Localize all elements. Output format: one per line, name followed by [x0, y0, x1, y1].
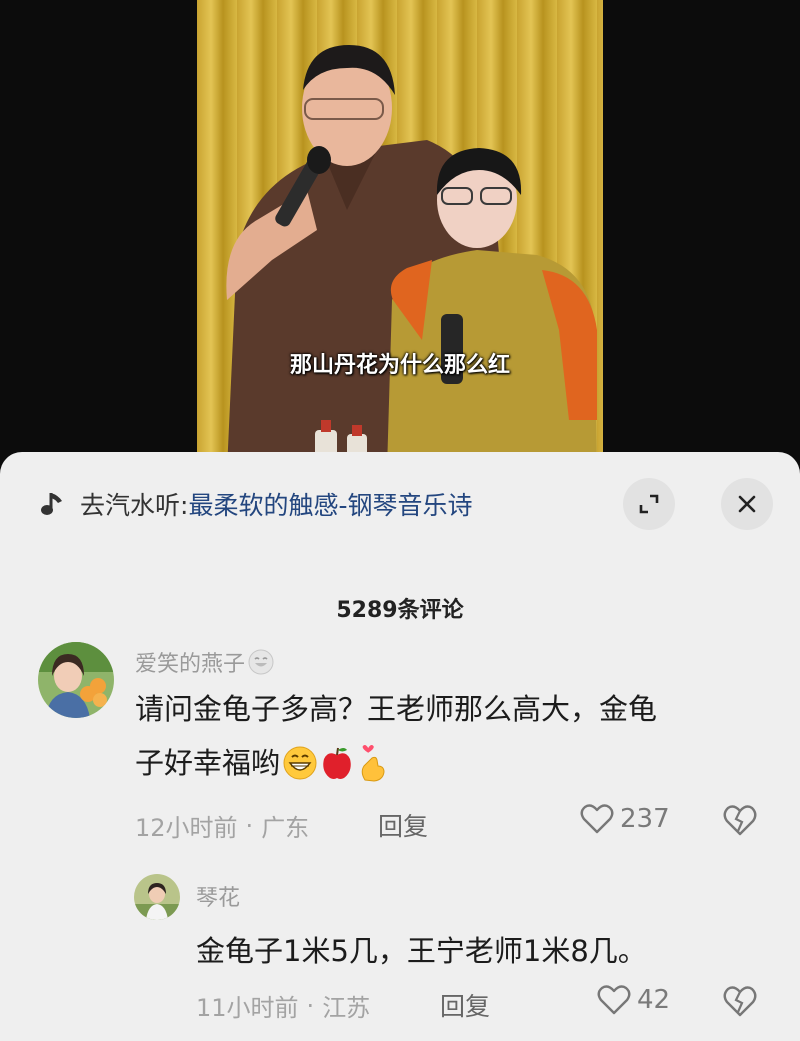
broken-heart-icon: [723, 986, 757, 1017]
heart-icon: [580, 804, 614, 834]
comment-time: 11小时前: [196, 994, 299, 1022]
music-prefix: 去汽水听:: [80, 491, 189, 520]
music-link[interactable]: 去汽水听: 最柔软的触感-钢琴音乐诗: [40, 482, 472, 526]
grin-face-emoji-icon: [283, 746, 317, 780]
comment-meta: 11小时前 · 江苏: [196, 988, 370, 1023]
video-scene-image: [226, 45, 597, 470]
grin-face-icon: [248, 649, 274, 675]
like-count: 237: [620, 804, 670, 834]
avatar[interactable]: [38, 642, 114, 718]
video-subtitle: 那山丹花为什么那么红: [289, 353, 510, 378]
like-button[interactable]: 42: [597, 984, 670, 1016]
like-button[interactable]: 237: [580, 803, 670, 835]
comment-text: 请问金龟子多高？王老师那么高大，金龟 子好幸福哟: [135, 692, 658, 782]
comment-item: 爱笑的燕子 请问金龟子多高？王老师那么高大，金龟 子好幸福哟 12小时前 · 广…: [0, 638, 800, 858]
comment-time: 12小时前: [135, 814, 238, 842]
comment-username[interactable]: 爱笑的燕子: [135, 646, 275, 678]
apple-emoji-icon: [323, 747, 351, 779]
avatar-image: [134, 874, 180, 920]
dislike-button[interactable]: [722, 803, 758, 841]
expand-button[interactable]: [623, 478, 675, 530]
reply-button[interactable]: 回复: [440, 987, 490, 1023]
comment-username[interactable]: 琴花: [196, 880, 240, 912]
comment-text: 金龟子1米5几，王宁老师1米8几。: [196, 934, 647, 968]
video-player[interactable]: 那山丹花为什么那么红: [0, 0, 800, 470]
broken-heart-icon: [723, 805, 757, 836]
comment-location: 广东: [261, 814, 310, 842]
like-count: 42: [637, 985, 671, 1015]
music-note-icon: [41, 493, 62, 515]
comment-count: 5289条评论: [336, 598, 464, 623]
video-frame[interactable]: 那山丹花为什么那么红: [197, 0, 603, 470]
music-title[interactable]: 最柔软的触感-钢琴音乐诗: [188, 486, 472, 522]
comment-sheet: 去汽水听: 最柔软的触感-钢琴音乐诗 5289条评论 爱笑的燕子 请问金龟子多高…: [0, 452, 800, 1041]
close-button[interactable]: [721, 478, 773, 530]
heart-icon: [597, 985, 631, 1015]
avatar[interactable]: [134, 874, 180, 920]
heart-hand-emoji-icon: [361, 745, 385, 782]
expand-icon: [639, 494, 659, 514]
reply-item: 琴花 金龟子1米5几，王宁老师1米8几。 11小时前 · 江苏 回复 42: [0, 872, 800, 1032]
comment-meta: 12小时前 · 广东: [135, 808, 309, 843]
comment-location: 江苏: [322, 994, 371, 1022]
close-icon: [738, 495, 756, 513]
avatar-image: [38, 642, 114, 718]
dislike-button[interactable]: [722, 984, 758, 1022]
reply-button[interactable]: 回复: [378, 807, 428, 843]
